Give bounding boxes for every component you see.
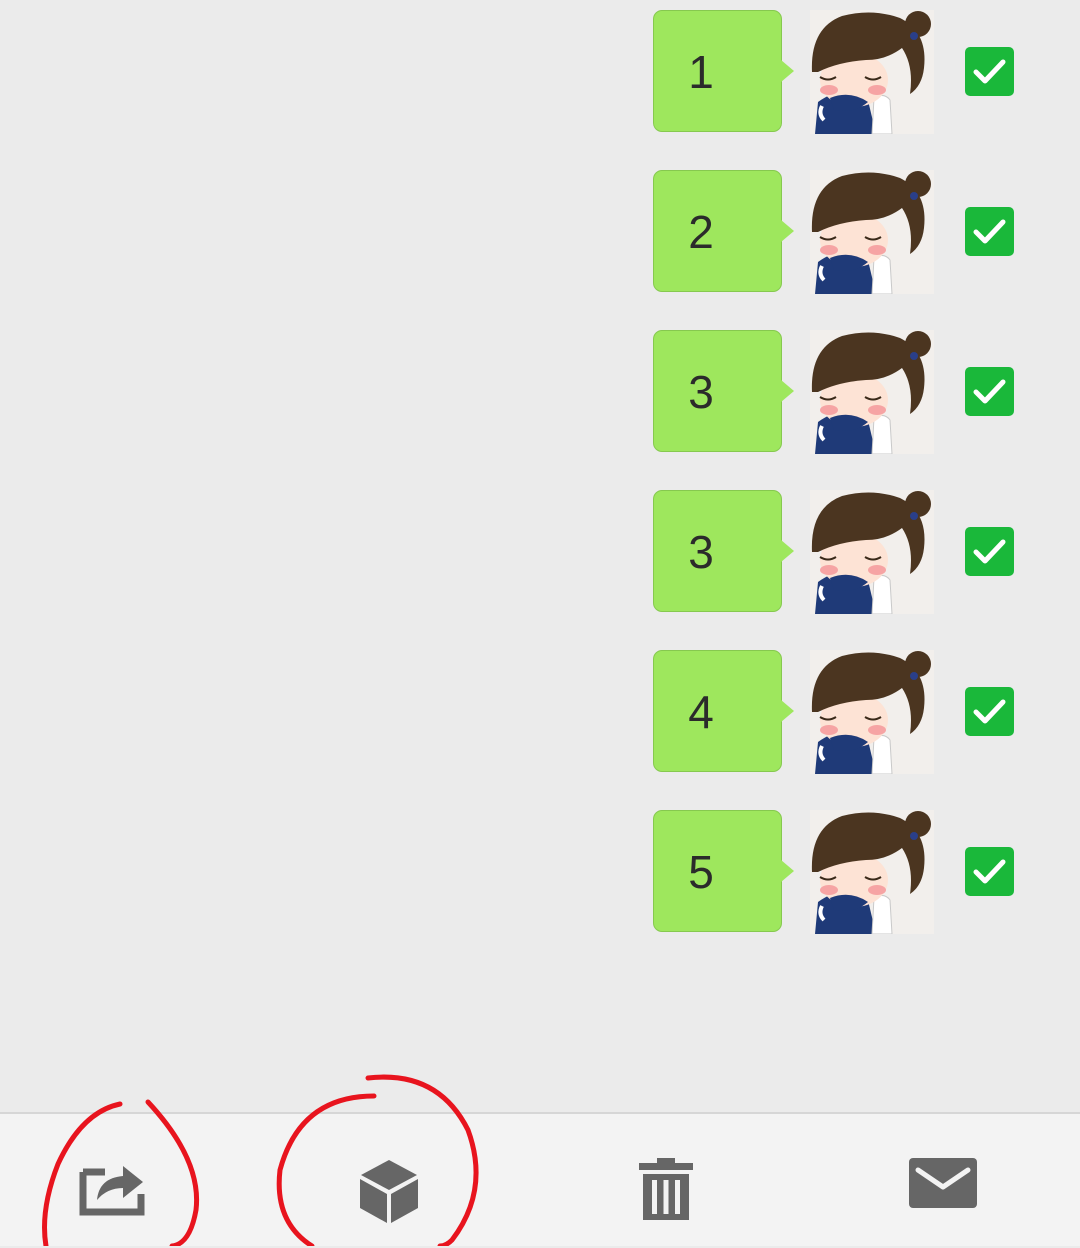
avatar[interactable] <box>810 650 934 774</box>
message-text: 3 <box>688 526 714 578</box>
avatar[interactable] <box>810 170 934 294</box>
share-button[interactable] <box>12 1114 212 1248</box>
select-checkbox[interactable] <box>965 527 1014 576</box>
message-bubble[interactable]: 4 <box>653 650 794 772</box>
message-text: 5 <box>688 846 714 898</box>
avatar[interactable] <box>810 330 934 454</box>
message-list: 1 2 3 3 4 5 <box>0 0 1080 1112</box>
avatar[interactable] <box>810 10 934 134</box>
message-bubble[interactable]: 1 <box>653 10 794 132</box>
check-icon <box>973 539 1006 564</box>
message-bubble[interactable]: 5 <box>653 810 794 932</box>
select-checkbox[interactable] <box>965 47 1014 96</box>
select-checkbox[interactable] <box>965 687 1014 736</box>
check-icon <box>973 859 1006 884</box>
message-bubble[interactable]: 2 <box>653 170 794 292</box>
message-text: 2 <box>688 206 714 258</box>
message-text: 4 <box>688 686 714 738</box>
avatar[interactable] <box>810 490 934 614</box>
select-checkbox[interactable] <box>965 847 1014 896</box>
message-bubble[interactable]: 3 <box>653 330 794 452</box>
message-text: 1 <box>688 46 714 98</box>
bottom-toolbar <box>0 1112 1080 1246</box>
check-icon <box>973 59 1006 84</box>
message-row[interactable]: 3 <box>0 490 1080 614</box>
share-icon <box>79 1166 145 1216</box>
message-row[interactable]: 3 <box>0 330 1080 454</box>
message-text: 3 <box>688 366 714 418</box>
cube-icon <box>360 1160 418 1223</box>
message-row[interactable]: 5 <box>0 810 1080 934</box>
check-icon <box>973 379 1006 404</box>
message-row[interactable]: 4 <box>0 650 1080 774</box>
check-icon <box>973 219 1006 244</box>
select-checkbox[interactable] <box>965 367 1014 416</box>
check-icon <box>973 699 1006 724</box>
avatar[interactable] <box>810 810 934 934</box>
email-button[interactable] <box>843 1114 1043 1248</box>
message-row[interactable]: 2 <box>0 170 1080 294</box>
mail-icon <box>909 1158 977 1208</box>
message-row[interactable]: 1 <box>0 10 1080 134</box>
message-bubble[interactable]: 3 <box>653 490 794 612</box>
select-checkbox[interactable] <box>965 207 1014 256</box>
favorite-button[interactable] <box>289 1114 489 1248</box>
delete-button[interactable] <box>566 1114 766 1248</box>
trash-icon <box>639 1158 693 1220</box>
